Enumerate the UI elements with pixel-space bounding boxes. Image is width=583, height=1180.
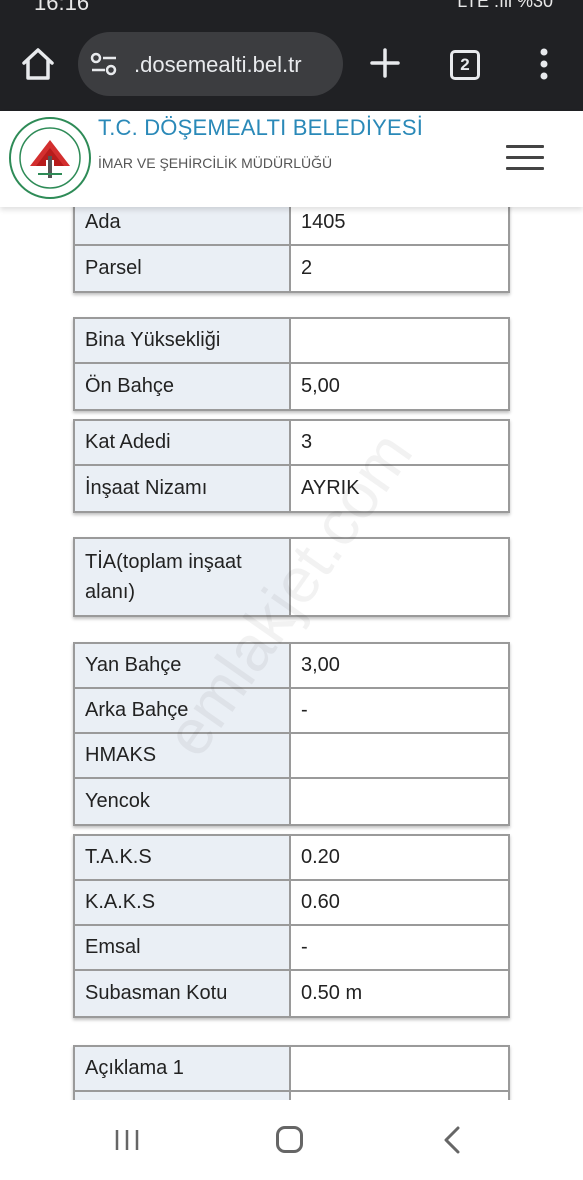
url-text[interactable]: .dosemealti.bel.tr — [134, 52, 302, 78]
field-label: Ön Bahçe — [75, 364, 291, 409]
browser-toolbar: .dosemealti.bel.tr 2 — [0, 14, 583, 111]
table-row: TİA(toplam inşaat alanı) — [75, 539, 508, 615]
site-title[interactable]: T.C. DÖŞEMEALTI BELEDİYESİ — [98, 115, 423, 141]
field-value: 1405 — [291, 207, 508, 244]
floor-count-table: Kat Adedi 3 İnşaat Nizamı AYRIK — [73, 419, 510, 513]
field-label: Subasman Kotu — [75, 971, 291, 1016]
table-row: Arka Bahçe - — [75, 689, 508, 734]
table-row: İnşaat Nizamı AYRIK — [75, 466, 508, 511]
field-label: T.A.K.S — [75, 836, 291, 879]
field-label: Parsel — [75, 246, 291, 291]
status-bar: 16:16 LTE .ıll %30 — [0, 0, 583, 15]
field-label: HMAKS — [75, 734, 291, 777]
field-value: - — [291, 926, 508, 969]
field-label: Açıklama 1 — [75, 1047, 291, 1090]
field-value — [291, 1047, 508, 1090]
field-value: - — [291, 689, 508, 732]
field-value: AYRIK — [291, 466, 508, 511]
field-label: Bina Yüksekliği — [75, 319, 291, 362]
field-value: 3 — [291, 421, 508, 464]
table-row: Subasman Kotu 0.50 m — [75, 971, 508, 1016]
tab-switcher-icon[interactable]: 2 — [450, 50, 480, 80]
total-area-table: TİA(toplam inşaat alanı) — [73, 537, 510, 617]
recent-apps-icon[interactable] — [114, 1128, 140, 1152]
site-subtitle: İMAR VE ŞEHİRCİLİK MÜDÜRLÜĞÜ — [98, 155, 333, 171]
zoning-info-content: Ada 1405 Parsel 2 Bina Yüksekliği Ön Bah… — [0, 207, 583, 1100]
table-row: Yencok — [75, 779, 508, 824]
field-label: TİA(toplam inşaat alanı) — [75, 539, 291, 615]
field-value — [291, 734, 508, 777]
parcel-table: Ada 1405 Parsel 2 — [73, 207, 510, 293]
notes-table: Açıklama 1 — [73, 1045, 510, 1100]
menu-icon[interactable] — [506, 145, 546, 173]
status-indicators: LTE .ıll %30 — [457, 0, 553, 11]
back-icon[interactable] — [440, 1125, 464, 1155]
field-value — [291, 319, 508, 362]
table-row — [75, 1092, 508, 1100]
address-bar[interactable]: .dosemealti.bel.tr — [78, 32, 343, 96]
field-label: Ada — [75, 207, 291, 244]
table-row: Parsel 2 — [75, 246, 508, 291]
municipality-logo[interactable] — [8, 116, 92, 200]
table-row: Yan Bahçe 3,00 — [75, 644, 508, 689]
table-row: HMAKS — [75, 734, 508, 779]
density-table: T.A.K.S 0.20 K.A.K.S 0.60 Emsal - Subasm… — [73, 834, 510, 1018]
table-row: T.A.K.S 0.20 — [75, 836, 508, 881]
field-label: K.A.K.S — [75, 881, 291, 924]
field-label: İnşaat Nizamı — [75, 466, 291, 511]
field-value — [291, 1092, 508, 1100]
field-value: 3,00 — [291, 644, 508, 687]
field-label: Emsal — [75, 926, 291, 969]
table-row: Kat Adedi 3 — [75, 421, 508, 466]
table-row: K.A.K.S 0.60 — [75, 881, 508, 926]
field-value: 5,00 — [291, 364, 508, 409]
field-value — [291, 779, 508, 824]
field-label — [75, 1092, 291, 1100]
table-row: Açıklama 1 — [75, 1047, 508, 1092]
table-row: Bina Yüksekliği — [75, 319, 508, 364]
field-label: Yan Bahçe — [75, 644, 291, 687]
field-value: 0.60 — [291, 881, 508, 924]
field-value — [291, 539, 508, 615]
setback-table: Yan Bahçe 3,00 Arka Bahçe - HMAKS Yencok — [73, 642, 510, 826]
more-vert-icon[interactable] — [530, 42, 558, 86]
home-nav-icon[interactable] — [276, 1126, 303, 1153]
building-height-table: Bina Yüksekliği Ön Bahçe 5,00 — [73, 317, 510, 411]
plus-icon[interactable] — [366, 44, 404, 82]
field-value: 0.20 — [291, 836, 508, 879]
table-row: Emsal - — [75, 926, 508, 971]
table-row: Ada 1405 — [75, 207, 508, 246]
table-row: Ön Bahçe 5,00 — [75, 364, 508, 409]
site-header: T.C. DÖŞEMEALTI BELEDİYESİ İMAR VE ŞEHİR… — [0, 111, 583, 207]
field-label: Arka Bahçe — [75, 689, 291, 732]
system-nav-bar — [0, 1100, 583, 1180]
site-settings-icon[interactable] — [90, 52, 118, 76]
field-label: Yencok — [75, 779, 291, 824]
field-label: Kat Adedi — [75, 421, 291, 464]
field-value: 2 — [291, 246, 508, 291]
field-value: 0.50 m — [291, 971, 508, 1016]
home-icon[interactable] — [18, 44, 58, 84]
